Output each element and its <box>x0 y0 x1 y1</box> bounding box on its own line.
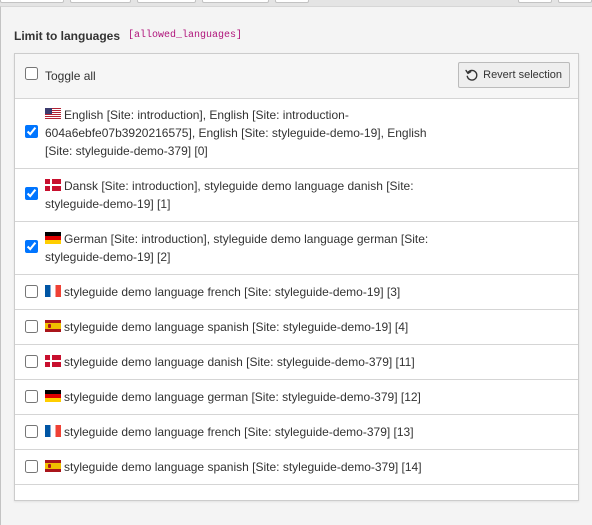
flag-es-icon <box>45 320 61 332</box>
flag-dk-icon <box>45 355 61 367</box>
language-checkbox[interactable] <box>25 285 38 298</box>
top-tab-6[interactable] <box>518 0 552 3</box>
top-tab-1[interactable] <box>0 0 64 3</box>
language-row[interactable]: Dansk [Site: introduction], styleguide d… <box>15 169 578 222</box>
flag-fr-icon <box>45 425 61 437</box>
language-label: styleguide demo language danish [Site: s… <box>64 355 415 369</box>
flag-fr-icon <box>45 285 61 297</box>
top-tab-4[interactable] <box>202 0 269 3</box>
flag-es-icon <box>45 460 61 472</box>
language-row[interactable]: styleguide demo language french [Site: s… <box>15 275 578 310</box>
toggle-all-row: Toggle all Revert selection <box>15 54 578 99</box>
flag-de-icon <box>45 232 61 244</box>
language-label: styleguide demo language spanish [Site: … <box>64 460 422 474</box>
language-checkbox[interactable] <box>25 125 38 138</box>
language-checkbox[interactable] <box>25 390 38 403</box>
flag-us-icon <box>45 108 61 120</box>
language-checkbox[interactable] <box>25 425 38 438</box>
revert-selection-label: Revert selection <box>483 69 562 81</box>
language-label: styleguide demo language french [Site: s… <box>64 285 401 299</box>
language-checkbox[interactable] <box>25 355 38 368</box>
language-row[interactable]: English [Site: introduction], English [S… <box>15 99 578 169</box>
language-row[interactable]: styleguide demo language spanish [Site: … <box>15 310 578 345</box>
top-tab-7[interactable] <box>558 0 592 3</box>
form-panel: Limit to languages [allowed_languages] T… <box>0 6 592 525</box>
toggle-all-checkbox[interactable] <box>25 67 38 80</box>
language-checkbox[interactable] <box>25 460 38 473</box>
language-row[interactable]: styleguide demo language german [Site: s… <box>15 380 578 415</box>
top-tab-2[interactable] <box>70 0 131 3</box>
language-label: styleguide demo language french [Site: s… <box>64 425 414 439</box>
toggle-all-label: Toggle all <box>45 69 96 83</box>
language-row[interactable]: styleguide demo language danish [Site: s… <box>15 345 578 380</box>
field-code: [allowed_languages] <box>128 30 243 41</box>
top-tab-5[interactable] <box>275 0 309 3</box>
language-label: Dansk [Site: introduction], styleguide d… <box>45 179 414 211</box>
top-tab-3[interactable] <box>137 0 196 3</box>
language-label: German [Site: introduction], styleguide … <box>45 232 429 264</box>
language-checkbox[interactable] <box>25 320 38 333</box>
language-row[interactable]: styleguide demo language spanish [Site: … <box>15 450 578 485</box>
field-label: Limit to languages <box>14 29 121 43</box>
language-checkbox[interactable] <box>25 240 38 253</box>
flag-de-icon <box>45 390 61 402</box>
language-checkbox[interactable] <box>25 187 38 200</box>
language-label: English [Site: introduction], English [S… <box>45 108 427 158</box>
flag-dk-icon <box>45 179 61 191</box>
language-row[interactable]: styleguide demo language french [Site: s… <box>15 415 578 450</box>
revert-selection-button[interactable]: Revert selection <box>458 62 570 88</box>
language-row[interactable]: German [Site: introduction], styleguide … <box>15 222 578 275</box>
language-label: styleguide demo language spanish [Site: … <box>64 320 409 334</box>
language-label: styleguide demo language german [Site: s… <box>64 390 421 404</box>
language-checkbox-list: Toggle all Revert selection English [Sit… <box>14 53 579 501</box>
revert-icon <box>465 69 478 81</box>
